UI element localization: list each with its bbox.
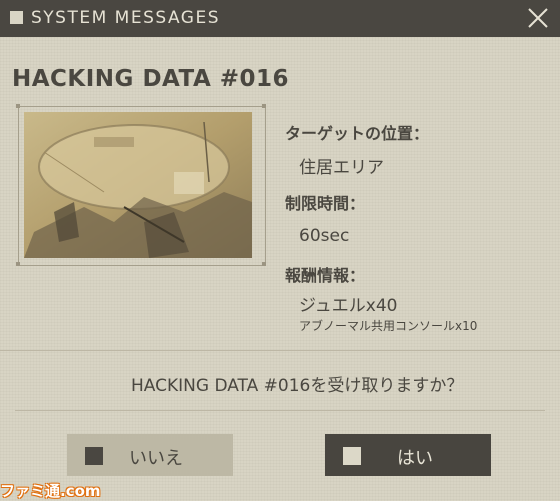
time-limit-label: 制限時間：: [285, 194, 366, 213]
square-icon: [343, 447, 361, 465]
reward-jewel-value: ジュエルx40: [299, 296, 398, 316]
no-button[interactable]: いいえ: [67, 434, 233, 476]
divider-bottom: [15, 410, 545, 411]
confirm-question: HACKING DATA #016を受け取りますか？: [131, 376, 464, 396]
yes-button[interactable]: はい: [325, 434, 491, 476]
title-bar: SYSTEM MESSAGES: [0, 0, 560, 37]
time-limit-value: 60sec: [299, 226, 350, 246]
page-title: HACKING DATA #016: [12, 66, 290, 92]
watermark-logo: ファミ通.com: [0, 482, 101, 500]
no-button-label: いいえ: [129, 448, 183, 469]
reward-console-value: アブノーマル共用コンソールx10: [299, 319, 478, 333]
square-icon: [85, 447, 103, 465]
target-location-value: 住居エリア: [299, 158, 384, 178]
target-location-label: ターゲットの位置：: [285, 124, 430, 143]
window-title: SYSTEM MESSAGES: [31, 8, 221, 28]
divider-top: [0, 350, 560, 351]
yes-button-label: はい: [397, 448, 433, 469]
target-location-image: [24, 112, 252, 258]
close-icon[interactable]: [524, 4, 552, 32]
reward-info-label: 報酬情報：: [285, 266, 366, 285]
square-icon: [10, 11, 23, 24]
target-image-frame: [16, 104, 266, 266]
